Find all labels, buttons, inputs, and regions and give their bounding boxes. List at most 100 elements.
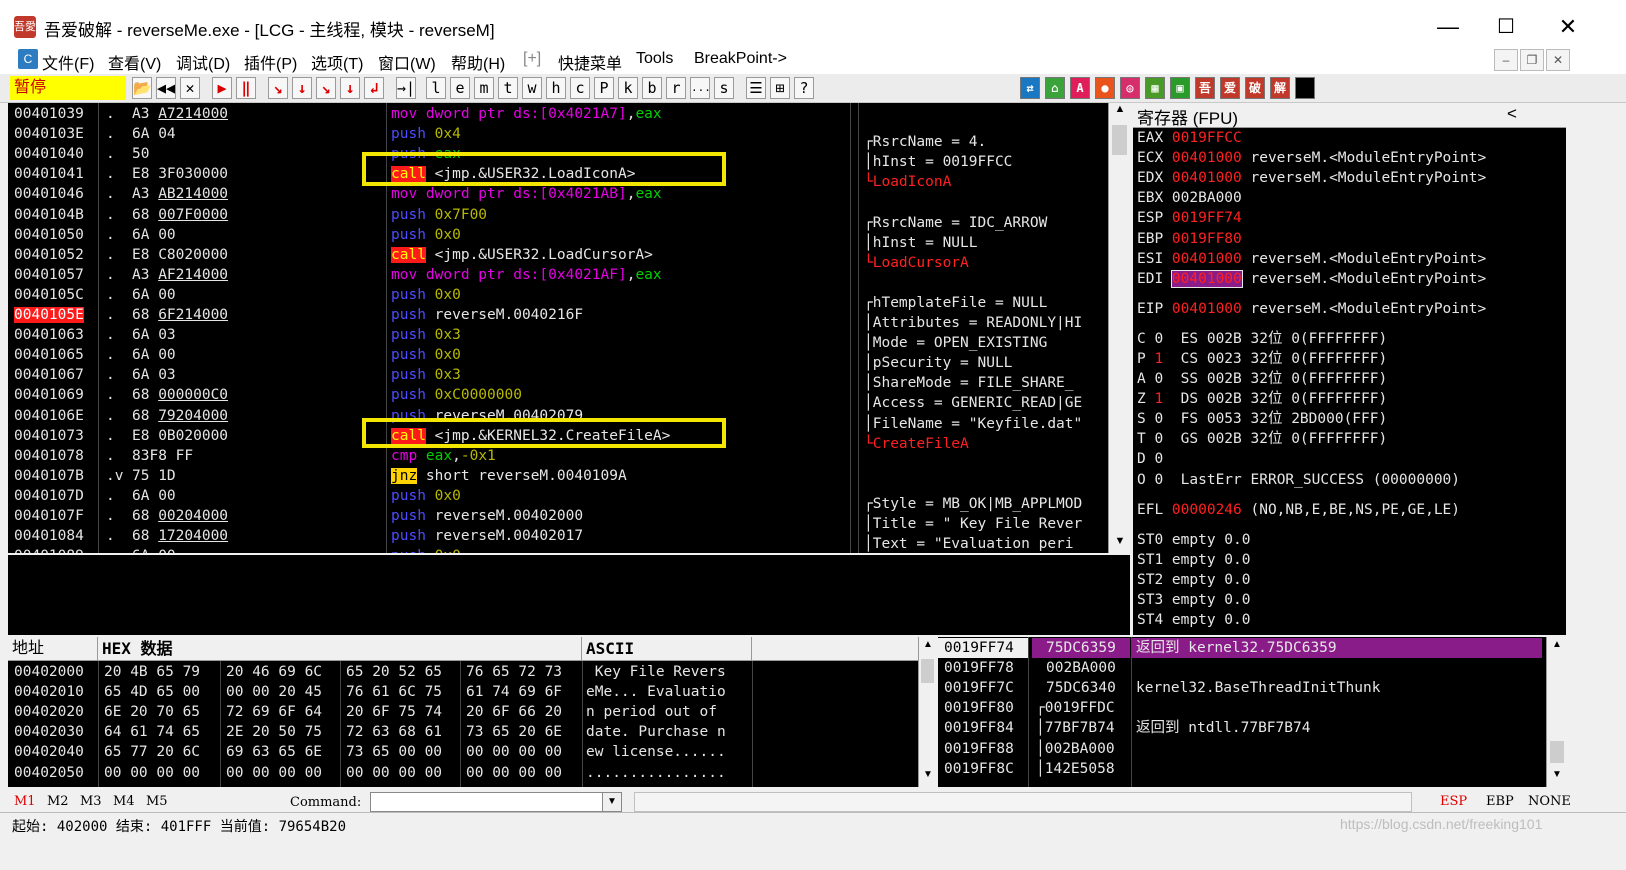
toolbar-button[interactable]: ◀◀ [156,77,176,99]
toolbar-window-button[interactable]: k [618,77,638,99]
register-row[interactable]: EDI 00401000 reverseM.<ModuleEntryPoint> [1137,269,1563,289]
fpu-row[interactable]: ST2 empty 0.0 [1137,570,1563,590]
flag-row[interactable]: C 0 ES 002B 32位 0(FFFFFFFF) [1137,329,1563,349]
memory-tab[interactable]: M4 [113,794,135,809]
toolbar-plugin-icon[interactable]: 吾 [1195,77,1215,99]
disasm-address[interactable]: 00401069 [8,385,98,405]
flag-row[interactable]: A 0 SS 002B 32位 0(FFFFFFFF) [1137,369,1563,389]
toolbar-step-button[interactable]: ↓ [292,77,312,99]
hex-bytes[interactable]: 6E 20 70 65 [104,702,200,722]
stack-address[interactable]: 0019FF84 [944,718,1014,738]
stack-scrollbar[interactable]: ▲ ▼ [1546,637,1566,787]
disasm-instruction[interactable]: push reverseM.0040216F [391,305,583,325]
register-row[interactable]: ESP 0019FF74 [1137,208,1563,228]
disasm-address[interactable]: 00401041 [8,164,98,184]
toolbar-window-button[interactable]: e [450,77,470,99]
register-row[interactable]: ESI 00401000 reverseM.<ModuleEntryPoint> [1137,249,1563,269]
toolbar-step-button[interactable]: ↘ [268,77,288,99]
toolbar-window-button[interactable]: h [546,77,566,99]
disasm-instruction[interactable]: push reverseM.00402000 [391,506,583,526]
disasm-address[interactable]: 0040106E [8,406,98,426]
hex-bytes[interactable]: 65 20 52 65 [346,662,442,682]
disasm-address[interactable]: 00401050 [8,225,98,245]
register-row[interactable]: EDX 00401000 reverseM.<ModuleEntryPoint> [1137,168,1563,188]
mdi-restore-button[interactable]: ❐ [1520,49,1544,71]
column-header-hex[interactable]: HEX 数据 [98,637,582,661]
stack-address[interactable]: 0019FF8C [944,759,1014,779]
disasm-instruction[interactable]: mov dword ptr ds:[0x4021A7],eax [391,104,662,124]
menu-item[interactable]: 插件(P) [244,50,297,74]
disasm-address[interactable]: 00401073 [8,426,98,446]
toolbar-plugin-icon[interactable]: 解 [1270,77,1290,99]
disasm-instruction[interactable]: push reverseM.00402017 [391,526,583,546]
flag-row[interactable]: T 0 GS 002B 32位 0(FFFFFFFF) [1137,429,1563,449]
disasm-instruction[interactable]: call <jmp.&USER32.LoadCursorA> [391,245,653,265]
toolbar-button[interactable]: ⊞ [770,77,790,99]
hex-scrollbar[interactable]: ▲ ▼ [918,637,936,787]
collapse-arrow-icon[interactable]: < [1507,104,1517,124]
toolbar-button[interactable]: 📂 [132,77,152,99]
flag-row[interactable]: O 0 LastErr ERROR_SUCCESS (00000000) [1137,470,1563,490]
scroll-up-icon[interactable]: ▲ [1109,103,1130,115]
disassembly-pane[interactable]: 00401039. A3 A7214000 mov dword ptr ds:[0x… [8,103,1130,553]
toolbar-button[interactable]: →| [396,77,416,99]
toolbar-step-button[interactable]: ↘ [316,77,336,99]
toolbar-plugin-icon[interactable]: ● [1095,77,1115,99]
disassembly-scrollbar[interactable]: ▲ ▼ [1108,103,1130,553]
stack-address[interactable]: 0019FF7C [944,678,1014,698]
toolbar-plugin-icon[interactable]: A [1070,77,1090,99]
menu-item[interactable]: 窗口(W) [378,50,436,74]
disasm-address[interactable]: 00401065 [8,345,98,365]
menu-item[interactable]: 帮助(H) [451,50,505,74]
chevron-down-icon[interactable]: ▼ [602,793,621,811]
hex-ascii[interactable]: n period out of [586,702,726,722]
disasm-address[interactable]: 0040105E [8,305,98,325]
disasm-instruction[interactable]: push 0x3 [391,325,461,345]
stack-pane[interactable]: 0019FF74 75DC6359 返回到 kernel32.75DC6359 001… [938,637,1566,787]
fpu-row[interactable]: ST4 empty 0.0 [1137,610,1563,630]
command-input[interactable]: ▼ [370,792,622,812]
toolbar-plugin-icon[interactable]: ▣ [1170,77,1190,99]
disasm-address[interactable]: 00401078 [8,446,98,466]
flag-row[interactable]: D 0 [1137,449,1563,469]
flag-row[interactable]: Z 1 DS 002B 32位 0(FFFFFFFF) [1137,389,1563,409]
hex-bytes[interactable]: 00 00 00 00 [466,763,562,783]
memory-tab[interactable]: M3 [80,794,102,809]
toolbar-plugin-icon[interactable] [1295,77,1315,99]
disasm-address[interactable]: 00401067 [8,365,98,385]
disasm-address[interactable]: 00401040 [8,144,98,164]
disasm-address[interactable]: 00401089 [8,546,98,553]
menu-item[interactable]: 选项(T) [311,50,363,74]
menu-item[interactable]: [+] [523,50,541,68]
hex-ascii[interactable]: date. Purchase n [586,722,726,742]
stack-address[interactable]: 0019FF88 [944,739,1014,759]
menu-item[interactable]: 调试(D) [176,50,230,74]
hex-bytes[interactable]: 76 61 6C 75 [346,682,442,702]
toolbar-button[interactable]: ✕ [180,77,200,99]
hex-bytes[interactable]: 20 6F 66 20 [466,702,562,722]
disasm-instruction[interactable]: push 0x0 [391,225,461,245]
toolbar-window-button[interactable]: b [642,77,662,99]
stack-address[interactable]: 0019FF78 [944,658,1014,678]
column-header-ascii[interactable]: ASCII [582,637,752,661]
hex-bytes[interactable]: 00 00 00 00 [226,763,322,783]
disasm-instruction[interactable]: mov dword ptr ds:[0x4021AF],eax [391,265,662,285]
scroll-up-icon[interactable]: ▲ [919,639,936,650]
flag-row[interactable]: P 1 CS 0023 32位 0(FFFFFFFF) [1137,349,1563,369]
toolbar-button[interactable]: ☰ [746,77,766,99]
toolbar-plugin-icon[interactable]: ▦ [1145,77,1165,99]
toolbar-plugin-icon[interactable]: 爱 [1220,77,1240,99]
hex-bytes[interactable]: 20 46 69 6C [226,662,322,682]
fpu-row[interactable]: ST0 empty 0.0 [1137,530,1563,550]
disasm-address[interactable]: 00401052 [8,245,98,265]
hex-bytes[interactable]: 64 61 74 65 [104,722,200,742]
column-header-address[interactable]: 地址 [8,637,98,661]
disasm-instruction[interactable]: push 0x3 [391,365,461,385]
disasm-address[interactable]: 0040107B [8,466,98,486]
register-row[interactable]: EAX 0019FFCC [1137,128,1563,148]
disasm-address[interactable]: 0040104B [8,205,98,225]
toolbar-window-button[interactable]: P [594,77,614,99]
disasm-address[interactable]: 0040103E [8,124,98,144]
menu-item[interactable]: Tools [636,50,673,68]
registers-pane[interactable]: 寄存器 (FPU) < EAX 0019FFCC ECX 00401000 rev… [1133,103,1566,635]
